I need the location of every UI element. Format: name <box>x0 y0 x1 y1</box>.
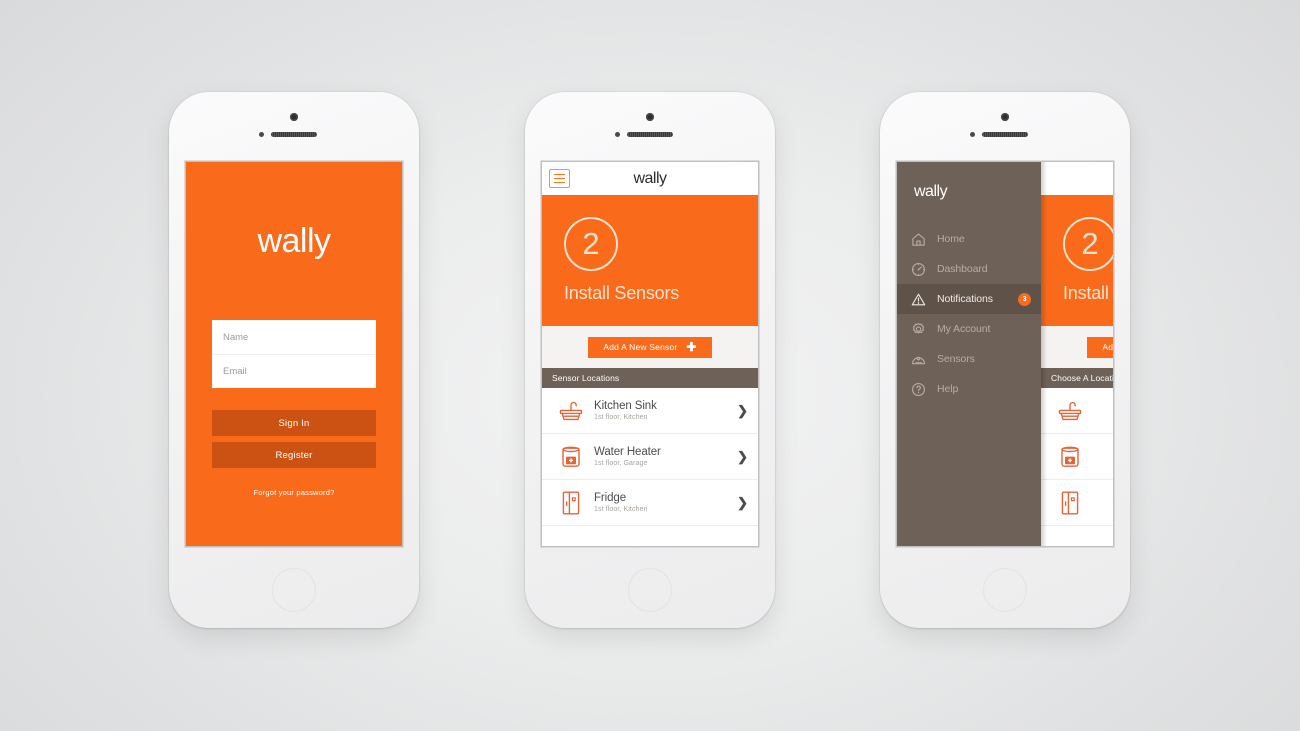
sidebar-item-sensors[interactable]: Sensors <box>897 344 1041 374</box>
chevron-right-icon: ❯ <box>737 403 748 418</box>
proximity-sensor-icon <box>259 132 264 137</box>
front-camera-icon <box>1001 113 1009 121</box>
sensor-icon <box>911 352 930 367</box>
sensor-text: Fridge 1st floor, Kitchen <box>588 492 737 513</box>
earpiece-speaker-icon <box>627 132 673 137</box>
question-mark-icon <box>911 382 930 397</box>
home-button[interactable] <box>272 568 316 612</box>
page-title: Install Sensors <box>1063 283 1113 303</box>
sensor-text: Kitchen Sink 1st floor, Kitchen <box>588 400 737 421</box>
sensor-list: Kitchen Sink 1st floor, Kitchen ❯ Water … <box>542 388 758 546</box>
proximity-sensor-icon <box>615 132 620 137</box>
list-item[interactable] <box>1041 480 1113 526</box>
front-camera-icon <box>290 113 298 121</box>
underlying-install-screen: 2 Install Sensors Add A New Sensor ✚ Cho… <box>1041 162 1113 546</box>
sensor-location: 1st floor, Garage <box>594 460 648 467</box>
wally-logo: wally <box>914 183 948 200</box>
email-input-placeholder: Email <box>223 365 247 377</box>
page-title: Install Sensors <box>564 283 680 303</box>
wally-logo: wally <box>257 222 331 260</box>
phone-mockup-login: wally Name Email Sign In Register Forgot… <box>169 92 419 628</box>
sensor-name: Water Heater <box>594 446 661 458</box>
app-bar: wally <box>542 162 758 195</box>
name-input-placeholder: Name <box>223 332 249 343</box>
sensor-name: Kitchen Sink <box>594 400 657 412</box>
add-new-sensor-button[interactable]: Add A New Sensor ✚ <box>1087 336 1113 358</box>
sensor-name: Fridge <box>594 492 626 504</box>
drawer-nav: Home Dashboard Notifications 3 My Accoun… <box>897 224 1041 404</box>
add-sensor-bar: Add A New Sensor ✚ <box>542 326 758 368</box>
sidebar-item-help[interactable]: Help <box>897 374 1041 404</box>
chevron-right-icon: ❯ <box>737 449 748 464</box>
step-hero: 2 Install Sensors <box>542 195 758 326</box>
app-bar <box>1041 162 1113 195</box>
step-number-badge: 2 <box>564 217 618 271</box>
login-form: Name Email <box>212 320 376 388</box>
email-input[interactable]: Email <box>213 354 375 387</box>
add-sensor-bar: Add A New Sensor ✚ <box>1041 326 1113 368</box>
front-camera-icon <box>646 113 654 121</box>
sink-icon <box>554 400 588 422</box>
sensor-text: Water Heater 1st floor, Garage <box>588 446 737 467</box>
choose-location-header: Choose A Location <box>1041 368 1113 388</box>
sensor-list <box>1041 388 1113 546</box>
earpiece-speaker-icon <box>982 132 1028 137</box>
add-new-sensor-label: Add A New Sensor <box>1102 342 1113 352</box>
wally-logo: wally <box>633 169 667 187</box>
name-input[interactable]: Name <box>213 321 375 354</box>
list-item[interactable] <box>1041 388 1113 434</box>
step-number-badge: 2 <box>1063 217 1113 271</box>
register-button[interactable]: Register <box>212 442 376 468</box>
sidebar-item-notifications[interactable]: Notifications 3 <box>897 284 1041 314</box>
sidebar-item-label: My Account <box>937 323 991 335</box>
earpiece-speaker-icon <box>271 132 317 137</box>
home-icon <box>911 232 930 247</box>
heater-icon <box>554 445 588 469</box>
list-item[interactable]: Water Heater 1st floor, Garage ❯ <box>542 434 758 480</box>
sensor-location: 1st floor, Kitchen <box>594 506 648 513</box>
sidebar-item-label: Dashboard <box>937 263 988 275</box>
list-item[interactable]: Fridge 1st floor, Kitchen ❯ <box>542 480 758 526</box>
forgot-password-link[interactable]: Forgot your password? <box>254 488 335 497</box>
notification-badge: 3 <box>1018 292 1031 306</box>
add-new-sensor-button[interactable]: Add A New Sensor ✚ <box>588 336 712 358</box>
step-hero: 2 Install Sensors <box>1041 195 1113 326</box>
add-new-sensor-label: Add A New Sensor <box>603 342 678 352</box>
sensor-location: 1st floor, Kitchen <box>594 414 648 421</box>
screen-install-sensors: wally 2 Install Sensors Add A New Sensor… <box>542 162 758 546</box>
warning-icon <box>911 292 930 307</box>
fridge-icon <box>554 490 588 516</box>
sidebar-item-label: Notifications <box>937 293 993 305</box>
sign-in-button[interactable]: Sign In <box>212 410 376 436</box>
sidebar-item-dashboard[interactable]: Dashboard <box>897 254 1041 284</box>
chevron-right-icon: ❯ <box>737 495 748 510</box>
gear-icon <box>911 322 930 337</box>
fridge-icon <box>1053 490 1087 516</box>
list-item[interactable] <box>1041 434 1113 480</box>
list-item[interactable]: Kitchen Sink 1st floor, Kitchen ❯ <box>542 388 758 434</box>
phone-mockup-drawer: 2 Install Sensors Add A New Sensor ✚ Cho… <box>880 92 1130 628</box>
gauge-icon <box>911 262 930 277</box>
sidebar-item-home[interactable]: Home <box>897 224 1041 254</box>
heater-icon <box>1053 445 1087 469</box>
sensor-locations-header: Sensor Locations <box>542 368 758 388</box>
home-button[interactable] <box>628 568 672 612</box>
plus-icon: ✚ <box>686 340 697 354</box>
screen-navigation-drawer: 2 Install Sensors Add A New Sensor ✚ Cho… <box>897 162 1113 546</box>
home-button[interactable] <box>983 568 1027 612</box>
phone-mockup-install: wally 2 Install Sensors Add A New Sensor… <box>525 92 775 628</box>
hamburger-icon[interactable] <box>549 169 570 188</box>
sidebar-item-label: Home <box>937 233 965 245</box>
login-actions: Sign In Register <box>212 410 376 468</box>
screen-login: wally Name Email Sign In Register Forgot… <box>186 162 402 546</box>
sidebar-item-label: Sensors <box>937 353 975 365</box>
screenshot-stage: wally Name Email Sign In Register Forgot… <box>0 0 1300 731</box>
proximity-sensor-icon <box>970 132 975 137</box>
sidebar-item-label: Help <box>937 383 959 395</box>
sidebar-item-my-account[interactable]: My Account <box>897 314 1041 344</box>
sink-icon <box>1053 400 1087 422</box>
navigation-drawer: wally Home Dashboard Notifications 3 My … <box>897 162 1041 546</box>
